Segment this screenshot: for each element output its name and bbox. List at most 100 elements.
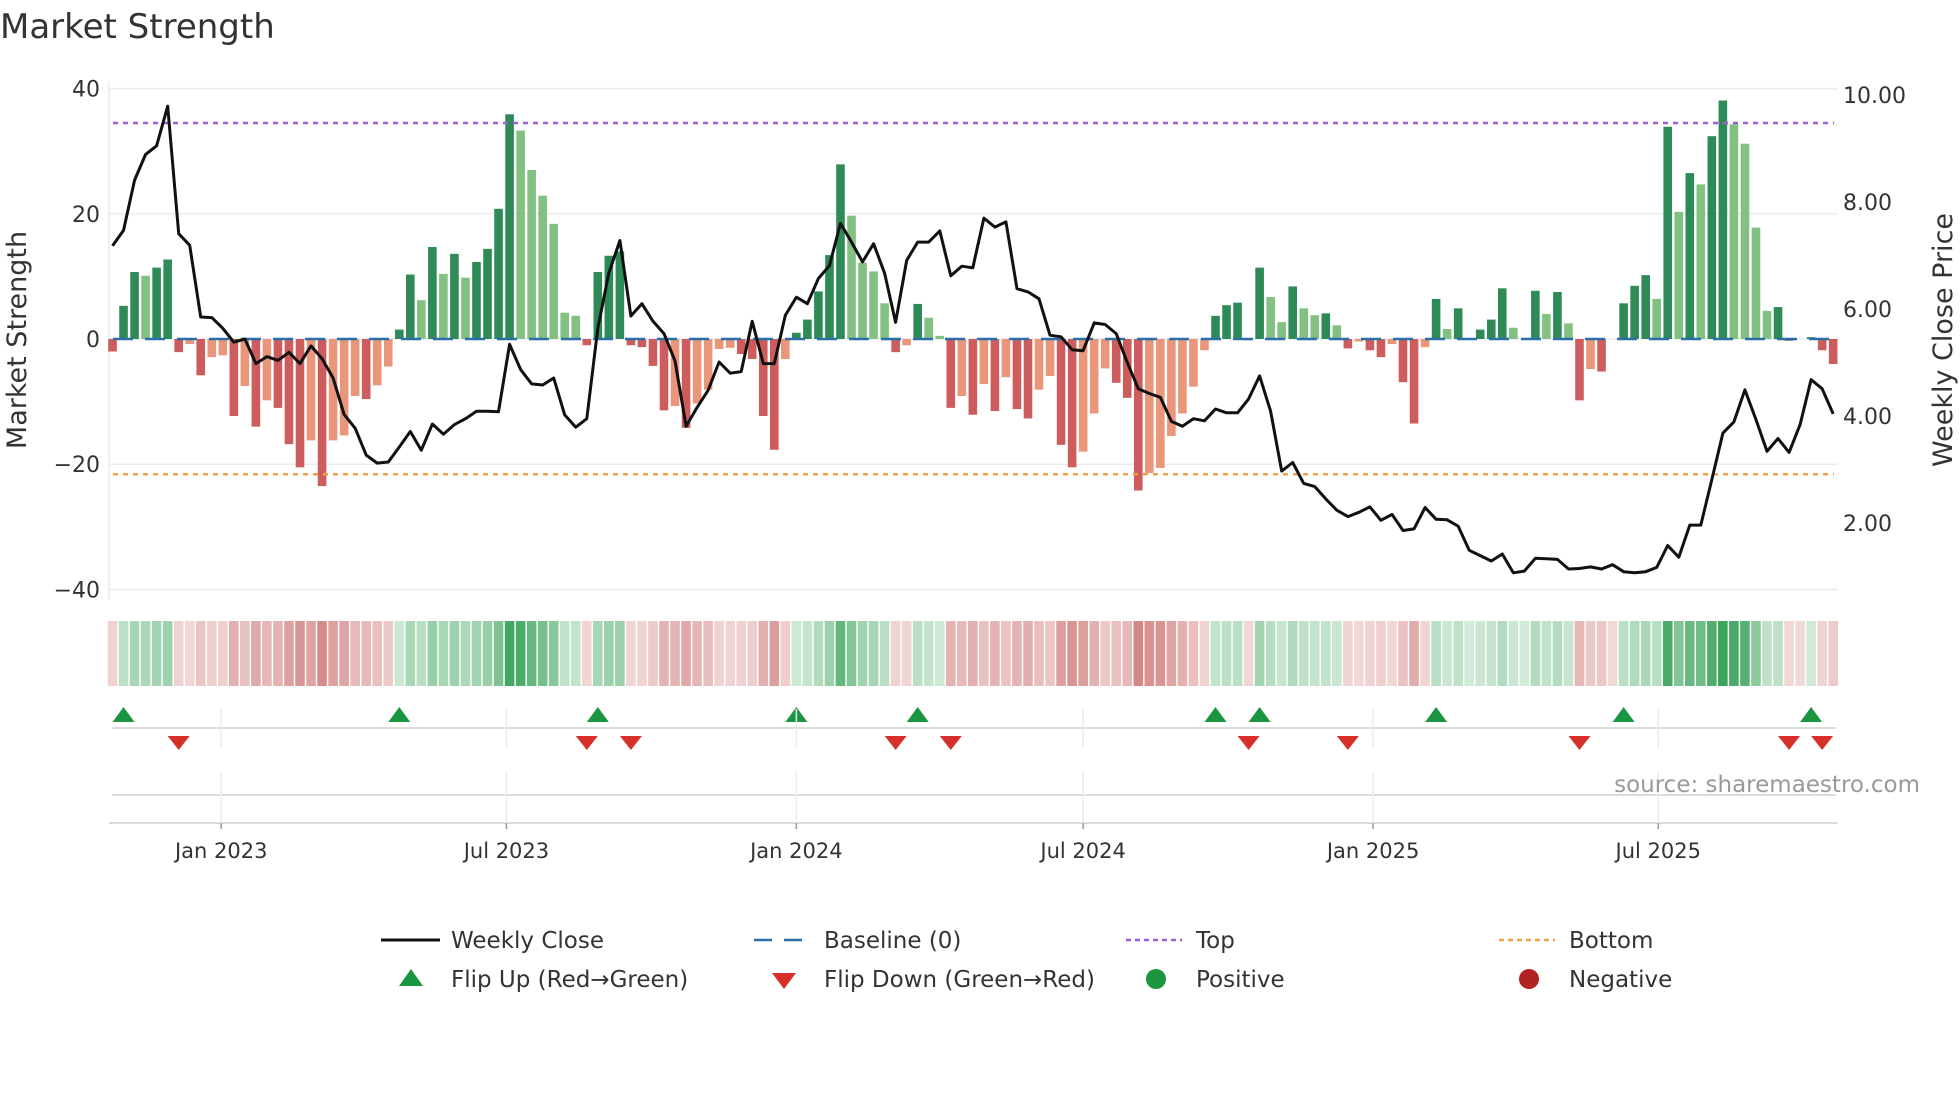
heat-cell	[1773, 621, 1783, 686]
heat-cell	[1541, 621, 1552, 686]
strength-bar	[891, 339, 900, 353]
heat-cell	[361, 621, 371, 686]
heat-cell	[813, 621, 824, 686]
heat-cell	[427, 621, 438, 686]
flip-up-marker	[586, 707, 609, 722]
strength-bar	[1674, 211, 1684, 339]
strength-bar	[1475, 329, 1485, 339]
strength-bar	[1718, 100, 1728, 339]
strength-bar	[935, 335, 945, 339]
source-label: source: sharemaestro.com	[1614, 772, 1920, 798]
heat-cell	[957, 621, 967, 686]
heat-cell	[725, 621, 735, 686]
heat-cell	[1442, 621, 1452, 686]
strength-bar	[1740, 143, 1750, 339]
heat-cell	[1089, 621, 1099, 686]
flip-down-marker	[575, 736, 598, 750]
heat-cell	[537, 621, 548, 686]
heat-cell	[1034, 621, 1044, 686]
heat-cell	[879, 621, 890, 686]
strength-bar	[218, 339, 228, 356]
y-tick-label: 40	[72, 78, 100, 103]
heat-cell	[570, 621, 581, 686]
x-tick-label: Jul 2024	[1038, 839, 1125, 863]
strength-bar	[1729, 124, 1739, 339]
flip-down-marker	[1237, 736, 1260, 750]
strength-bar	[1586, 339, 1595, 370]
strength-bar	[1012, 339, 1022, 410]
x-tick-label: Jan 2023	[173, 839, 268, 863]
strength-bar	[428, 246, 437, 339]
heat-cell	[1784, 621, 1794, 686]
heat-cell	[1321, 621, 1331, 686]
heat-cell	[1100, 621, 1110, 686]
strength-bar	[450, 253, 459, 339]
heat-cell	[1265, 621, 1276, 686]
strength-bar	[880, 303, 889, 339]
x-tick-label: Jul 2023	[462, 839, 549, 863]
heat-cell	[1001, 621, 1011, 686]
strength-bar	[858, 262, 867, 339]
heat-cell	[195, 621, 206, 686]
strength-bar	[1828, 339, 1838, 365]
strength-bar	[979, 339, 989, 385]
heat-cell	[1409, 621, 1419, 686]
strength-bar	[648, 339, 658, 366]
strength-bar	[361, 339, 371, 400]
legend-top: Top	[1195, 928, 1235, 954]
flip-up-marker	[1204, 707, 1227, 722]
heat-cell	[1376, 621, 1386, 686]
strength-bar	[1630, 285, 1639, 339]
heat-cell	[604, 621, 614, 686]
heat-cell	[1629, 621, 1640, 686]
heat-cell	[1718, 621, 1728, 686]
right-axis-label: Weekly Close Price	[1928, 213, 1959, 467]
heat-cell	[824, 621, 835, 686]
strength-bar	[152, 267, 161, 339]
heat-cell	[1563, 621, 1574, 686]
strength-bar	[1542, 313, 1551, 339]
strength-bar	[913, 303, 922, 339]
strength-bar	[483, 248, 492, 339]
heat-cell	[1387, 621, 1397, 686]
heat-cell	[648, 621, 658, 686]
y-tick-label: −40	[54, 578, 100, 603]
strength-bar	[1652, 298, 1661, 339]
positive-dot-icon	[1146, 969, 1166, 989]
heat-cell	[1530, 621, 1541, 686]
strength-bar	[273, 339, 283, 408]
x-tick-label: Jan 2024	[748, 839, 843, 863]
strength-bar	[1001, 339, 1011, 378]
heat-cell	[1662, 621, 1673, 686]
heat-cell	[626, 621, 636, 686]
heat-cell	[515, 621, 526, 686]
y-tick-label: −20	[54, 453, 100, 478]
x-tick-label: Jan 2025	[1325, 839, 1420, 863]
strength-bar	[207, 339, 217, 358]
legend-negative: Negative	[1569, 967, 1672, 993]
legend: Weekly Close Baseline (0) Top Bottom Fli…	[381, 928, 1672, 993]
heat-cell	[703, 621, 713, 686]
x-axis-ticks: Jan 2023 Jul 2023 Jan 2024 Jul 2024 Jan 2025…	[173, 709, 1701, 863]
heat-cell	[350, 621, 360, 686]
market-strength-chart: Market Strength 40 20 0 −20 −40 10.00 8.00 6.0…	[0, 7, 1959, 993]
strength-bar	[527, 169, 536, 339]
strength-bar	[1233, 302, 1242, 339]
left-axis-label: Market Strength	[2, 231, 33, 449]
flip-down-marker	[1778, 736, 1801, 750]
heat-cell	[1298, 621, 1309, 686]
heat-cell	[438, 621, 449, 686]
heat-cell	[1729, 621, 1739, 686]
strength-bar	[1376, 339, 1386, 358]
heat-cell	[251, 621, 261, 686]
heat-cell	[493, 621, 504, 686]
flip-down-marker	[619, 736, 642, 750]
strength-bar	[229, 339, 239, 416]
strength-bar	[1751, 227, 1761, 339]
heat-cell	[173, 621, 184, 686]
strength-bar	[659, 339, 669, 411]
heat-cell	[890, 621, 901, 686]
strength-bar	[339, 339, 349, 436]
strength-bar	[1497, 288, 1507, 339]
strength-bar	[582, 339, 592, 346]
